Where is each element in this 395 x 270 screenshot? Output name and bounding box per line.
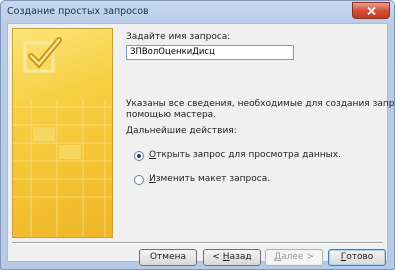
wizard-window: Создание простых запросов Задайте имя за… [0,0,395,270]
close-icon [367,7,376,15]
back-button[interactable]: < Назад [203,249,261,266]
finish-button[interactable]: Готово [328,249,386,266]
modify-layout-radio[interactable] [134,175,144,185]
title-bar[interactable]: Создание простых запросов [1,1,394,23]
query-name-label: Задайте имя запроса: [126,32,231,42]
info-text-line1: Указаны все сведения, необходимые для со… [126,99,395,109]
next-actions-label: Дальнейшие действия: [126,126,237,136]
button-separator [12,242,383,244]
dialog-body: Задайте имя запроса: ЗПВолОценкиДисц Ука… [7,23,394,266]
window-title: Создание простых запросов [7,6,149,17]
open-query-radio[interactable] [134,151,144,161]
checkmark-icon [23,37,62,73]
wizard-illustration [12,28,113,238]
open-query-label[interactable]: Открыть запрос для просмотра данных. [149,150,341,160]
next-button: Далее > [265,249,323,266]
info-text-line2: помощью мастера. [126,110,217,120]
query-name-input[interactable]: ЗПВолОценкиДисц [126,45,294,60]
close-button[interactable] [352,2,390,19]
cancel-button[interactable]: Отмена [139,249,197,266]
modify-layout-label[interactable]: Изменить макет запроса. [149,174,270,184]
grid-illustration [13,99,112,237]
